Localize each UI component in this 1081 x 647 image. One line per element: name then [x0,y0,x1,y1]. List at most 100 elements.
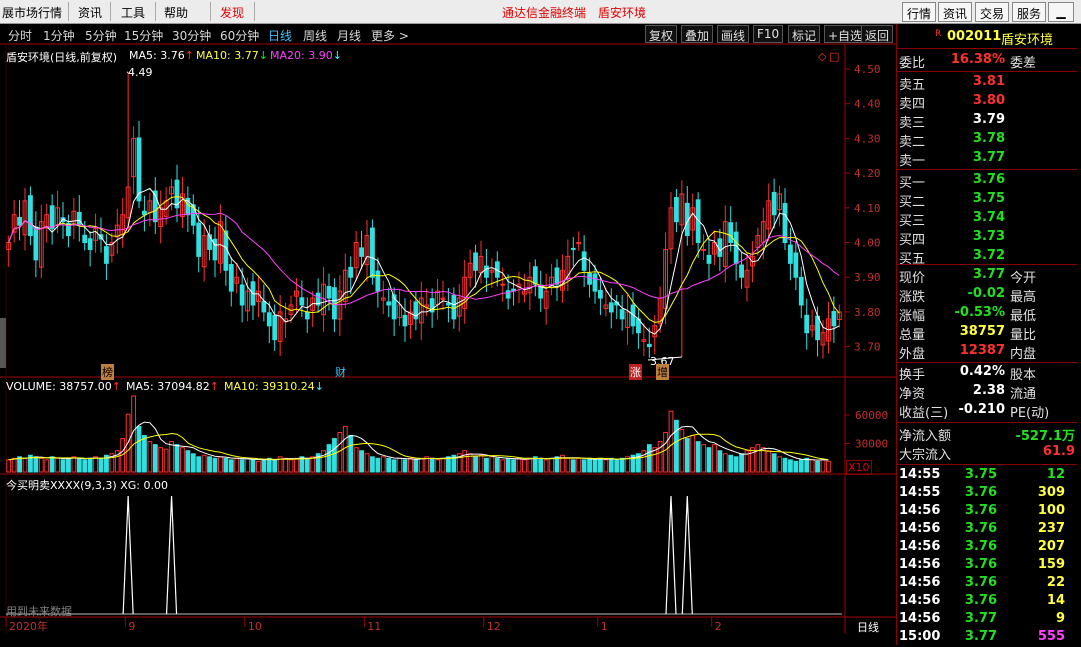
minimize-icon[interactable]: ▁ [1048,2,1074,22]
tab-15min[interactable]: 15分钟 [124,27,163,44]
tick-row[interactable]: 14:553.76309 [897,485,1077,503]
candle-body [555,268,559,284]
candle-body [474,253,478,270]
menu-help[interactable]: 帮助 [164,4,188,21]
volume-bar [219,457,223,472]
menu-discover[interactable]: 发现 [220,4,244,21]
tick-price: 3.76 [965,593,997,608]
tab-1min[interactable]: 1分钟 [43,27,75,44]
price-tick-label: 4.10 [854,202,881,215]
volume-bar [137,426,141,472]
top-button-service[interactable]: 服务 [1012,2,1046,22]
ma20-legend: MA20: 3.90↓ [270,49,342,62]
tab-intraday[interactable]: 分时 [8,27,32,44]
stat2-row: 收益(三)-0.210PE(动) [897,402,1077,420]
top-button-quote[interactable]: 行情 [902,2,936,22]
price-tick-label: 3.70 [854,341,881,354]
volume-bar [751,448,755,472]
mark-button[interactable]: 标记 [788,25,820,43]
signal-spike [123,496,133,614]
tick-price: 3.76 [965,557,997,572]
tab-monthly[interactable]: 月线 [337,27,361,44]
menu-market[interactable]: 展市场行情 [2,4,62,21]
tab-more[interactable]: 更多 > [371,27,409,44]
volume-bar [718,451,722,472]
volume-bar [723,454,727,472]
overlay-button[interactable]: 叠加 [681,25,713,43]
tick-price: 3.76 [965,485,997,500]
candle-body [702,249,706,250]
volume-bar [354,448,358,472]
menu-separator [254,2,255,21]
tick-volume: 237 [1038,521,1065,536]
stat2-row-label: 收益(三) [899,402,948,421]
event-tag-finance[interactable]: 财 [335,364,346,380]
tab-daily[interactable]: 日线 [268,27,292,44]
candle-body [447,303,451,305]
ask-row: 卖一3.77 [897,150,1077,168]
volume-bar [409,458,413,472]
tick-row[interactable]: 14:563.779 [897,611,1077,629]
x10-label[interactable]: X10 [846,460,872,475]
tick-volume: 100 [1038,503,1065,518]
volume-bar [305,458,309,472]
tab-weekly[interactable]: 周线 [303,27,327,44]
volume-bar [61,460,65,472]
tick-row[interactable]: 14:563.7622 [897,575,1077,593]
flow-row: 大宗流入61.9 [897,444,1077,462]
volume-bar [571,460,575,472]
tick-row[interactable]: 14:553.7512 [897,467,1077,485]
volume-bar [343,426,347,472]
event-tag-increase[interactable]: 增 [656,364,669,380]
add-watchlist-button[interactable]: +自选 [824,25,866,43]
signal-spike [167,496,177,614]
adjust-button[interactable]: 复权 [645,25,677,43]
volume-bar [181,448,185,472]
candle-body [506,291,510,298]
volume-bar [387,458,391,472]
tick-row[interactable]: 14:563.76207 [897,539,1077,557]
top-button-news[interactable]: 资讯 [938,2,972,22]
tick-row[interactable]: 14:563.76237 [897,521,1077,539]
tick-row[interactable]: 14:563.76100 [897,503,1077,521]
volume-bar [289,460,293,472]
volume-bar [12,458,16,472]
draw-button[interactable]: 画线 [717,25,749,43]
ask-row-value: 3.77 [973,150,1005,165]
event-tag-limit-up[interactable]: 涨 [629,364,642,380]
ask-row-label: 卖四 [899,93,925,112]
volume-bar [550,458,554,472]
tick-row[interactable]: 14:563.76159 [897,557,1077,575]
kline-chart[interactable]: 4.504.404.304.204.104.003.903.803.706000… [0,44,896,634]
future-data-note: 用到未来数据 [6,603,72,619]
sidebar-collapse-handle[interactable] [0,318,6,368]
menu-tools[interactable]: 工具 [121,4,145,21]
flow-value: -527.1万 [1015,425,1075,444]
candle-body [794,253,798,277]
event-tag-rank[interactable]: 榜 [101,364,114,380]
bid-row: 买四3.73 [897,229,1077,247]
tab-30min[interactable]: 30分钟 [172,27,211,44]
back-button[interactable]: 返回 [861,25,893,43]
candle-body [832,311,836,325]
divider [897,48,1077,49]
volume-bar [740,454,744,472]
tick-row[interactable]: 14:563.7614 [897,593,1077,611]
divider [897,71,1077,72]
r-badge: R [935,29,941,39]
volume-legend: VOLUME: 38757.00↑ [6,380,121,393]
volume-bar [398,458,402,472]
volume-bar [170,442,174,472]
f10-button[interactable]: F10 [753,25,783,43]
volume-bar [577,458,581,472]
top-button-trade[interactable]: 交易 [975,2,1009,22]
bid-row-label: 买二 [899,191,925,210]
tick-row[interactable]: 15:003.77555 [897,629,1077,647]
chart-canvas[interactable]: 4.504.404.304.204.104.003.903.803.706000… [0,44,896,634]
tick-time: 14:56 [899,557,940,572]
tab-60min[interactable]: 60分钟 [220,27,259,44]
volume-bar [197,457,201,472]
tab-5min[interactable]: 5分钟 [85,27,117,44]
diamond-marker-icon: ◇ [818,50,826,63]
menu-news[interactable]: 资讯 [78,4,102,21]
